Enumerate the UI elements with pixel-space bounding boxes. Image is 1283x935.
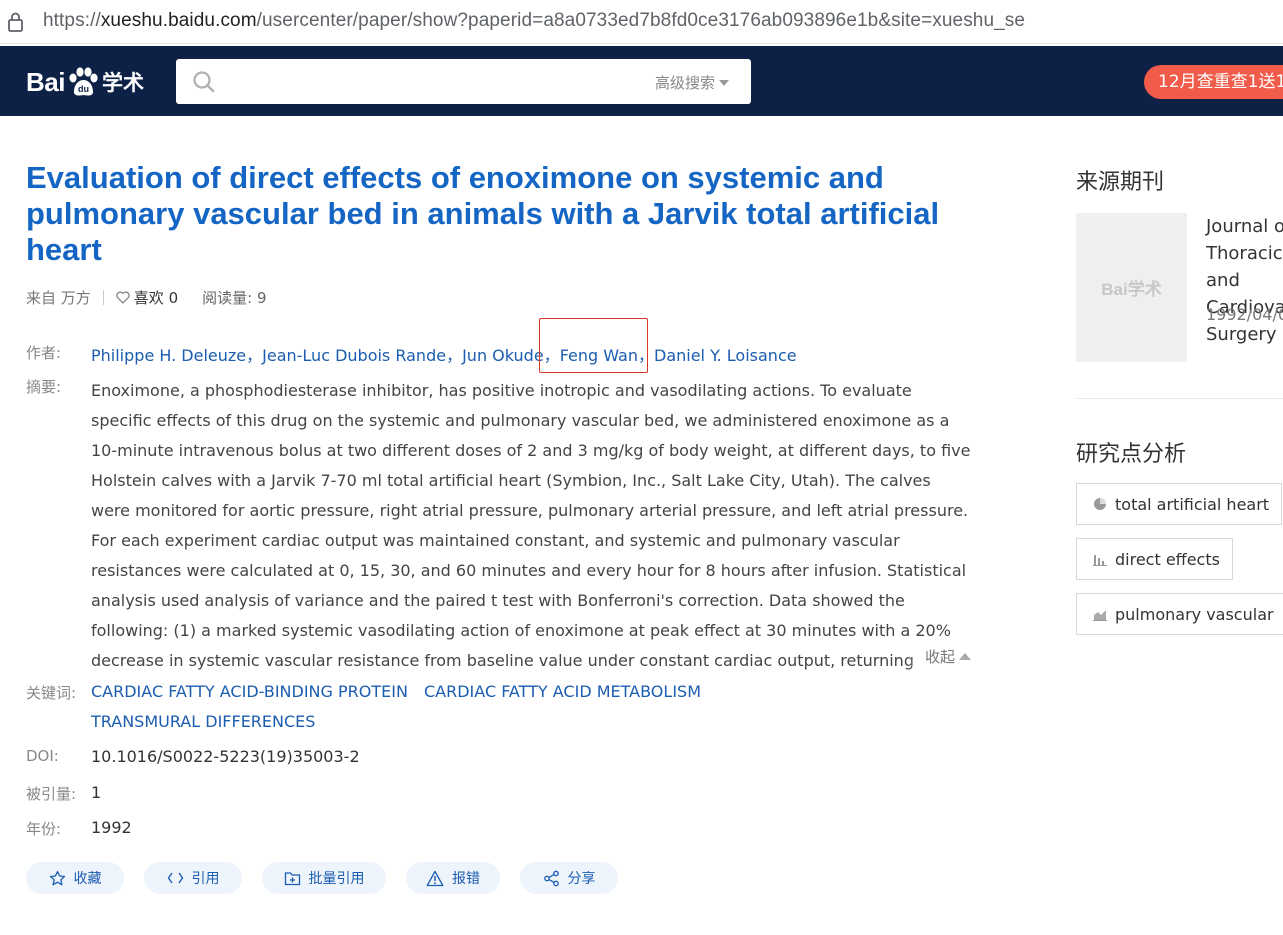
batch-cite-label: 批量引用 [308, 871, 365, 887]
research-analysis-heading: 研究点分析 [1076, 442, 1187, 467]
search-icon[interactable] [192, 70, 216, 94]
favorite-label: 收藏 [73, 871, 102, 887]
action-bar: 收藏 引用 批量引用 报错 分享 [26, 862, 638, 894]
report-error-button[interactable]: 报错 [406, 862, 500, 894]
browser-address-bar[interactable]: https://xueshu.baidu.com/usercenter/pape… [0, 0, 1283, 44]
research-tag[interactable]: pulmonary vascular [1076, 593, 1283, 635]
star-icon [49, 870, 65, 885]
cite-button[interactable]: 引用 [144, 862, 242, 894]
author-link[interactable]: Jun Okude [462, 346, 544, 365]
research-tag[interactable]: direct effects [1076, 538, 1233, 580]
pie-chart-icon [1094, 498, 1106, 510]
doi-value: 10.1016/S0022-5223(19)35003-2 [91, 747, 360, 766]
area-chart-icon [1093, 610, 1107, 621]
advanced-search-label: 高级搜索 [654, 74, 715, 92]
authors-list: Philippe H. Deleuze，Jean-Luc Dubois Rand… [91, 346, 797, 365]
author-link[interactable]: Daniel Y. Loisance [654, 346, 797, 365]
doi-label: DOI: [26, 747, 59, 765]
batch-cite-button[interactable]: 批量引用 [262, 862, 386, 894]
favorite-button[interactable]: 收藏 [26, 862, 124, 894]
url-path: /usercenter/paper/show?paperid=a8a0733ed… [256, 10, 1026, 31]
logo-text: Bai [26, 66, 65, 97]
journal-cover-image[interactable]: Bai学术 [1076, 213, 1187, 362]
research-tag[interactable]: total artificial heart [1076, 483, 1283, 525]
folder-add-icon [284, 871, 300, 885]
share-icon [543, 870, 559, 886]
caret-down-icon [719, 79, 729, 86]
keyword-link[interactable]: CARDIAC FATTY ACID-BINDING PROTEIN [91, 682, 408, 701]
baidu-xueshu-logo[interactable]: Bai du 学术 [26, 60, 144, 104]
share-button[interactable]: 分享 [520, 862, 618, 894]
source-label: 来自 万方 [26, 289, 91, 307]
search-input[interactable] [226, 67, 626, 96]
read-count-label: 阅读量: [202, 289, 253, 307]
abstract-label: 摘要: [26, 378, 62, 396]
promo-banner[interactable]: 12月查重查1送1 [1144, 65, 1283, 99]
paper-meta: 来自 万方 喜欢 0 阅读量: 9 [26, 287, 267, 308]
meta-divider [102, 290, 104, 305]
highlight-annotation [539, 318, 648, 373]
authors-label: 作者: [26, 344, 62, 362]
heart-icon[interactable] [116, 291, 130, 304]
paw-icon: du [69, 67, 98, 96]
warning-icon [426, 870, 444, 886]
lock-icon [8, 12, 23, 32]
advanced-search-dropdown[interactable]: 高级搜索 [655, 72, 729, 93]
cited-count-link[interactable]: 1 [91, 783, 101, 802]
collapse-label: 收起 [925, 648, 956, 666]
keyword-link[interactable]: CARDIAC FATTY ACID METABOLISM [424, 682, 701, 701]
research-tag-label: pulmonary vascular [1115, 604, 1274, 624]
journal-cover-watermark: Bai学术 [1101, 280, 1162, 299]
journal-date: 1992/04/01 [1206, 305, 1283, 324]
like-count: 0 [168, 288, 179, 307]
keywords-label: 关键词: [26, 684, 77, 702]
code-brackets-icon [167, 872, 183, 884]
year-value: 1992 [91, 818, 132, 837]
author-link[interactable]: Philippe H. Deleuze [91, 346, 246, 365]
cited-label: 被引量: [26, 785, 77, 803]
abstract-text: Enoximone, a phosphodiesterase inhibitor… [91, 381, 971, 670]
chevron-up-icon [959, 653, 972, 660]
cite-label: 引用 [191, 871, 220, 887]
search-box: 高级搜索 [176, 59, 751, 104]
year-label: 年份: [26, 820, 62, 838]
author-link[interactable]: Jean-Luc Dubois Rande [262, 346, 446, 365]
research-tag-label: direct effects [1115, 549, 1220, 569]
url-scheme: https:// [43, 10, 101, 31]
logo-suffix: 学术 [101, 71, 144, 95]
logo-paw-text: du [78, 84, 89, 94]
bar-chart-icon [1093, 555, 1107, 566]
report-error-label: 报错 [452, 871, 480, 887]
like-label[interactable]: 喜欢 [134, 287, 164, 308]
read-count: 9 [256, 288, 267, 307]
research-tag-label: total artificial heart [1115, 494, 1270, 514]
share-label: 分享 [567, 871, 596, 887]
journal-name-link[interactable]: Journal of Thoracic and Cardiovascular S… [1206, 213, 1283, 348]
source-journal-heading: 来源期刊 [1076, 170, 1165, 195]
sidebar-divider [1076, 398, 1283, 399]
url-text[interactable]: https://xueshu.baidu.com/usercenter/pape… [43, 10, 1025, 32]
keyword-link[interactable]: TRANSMURAL DIFFERENCES [91, 712, 315, 731]
url-host: xueshu.baidu.com [100, 10, 257, 31]
collapse-button[interactable]: 收起 [925, 646, 972, 667]
paper-title[interactable]: Evaluation of direct effects of enoximon… [26, 160, 986, 268]
